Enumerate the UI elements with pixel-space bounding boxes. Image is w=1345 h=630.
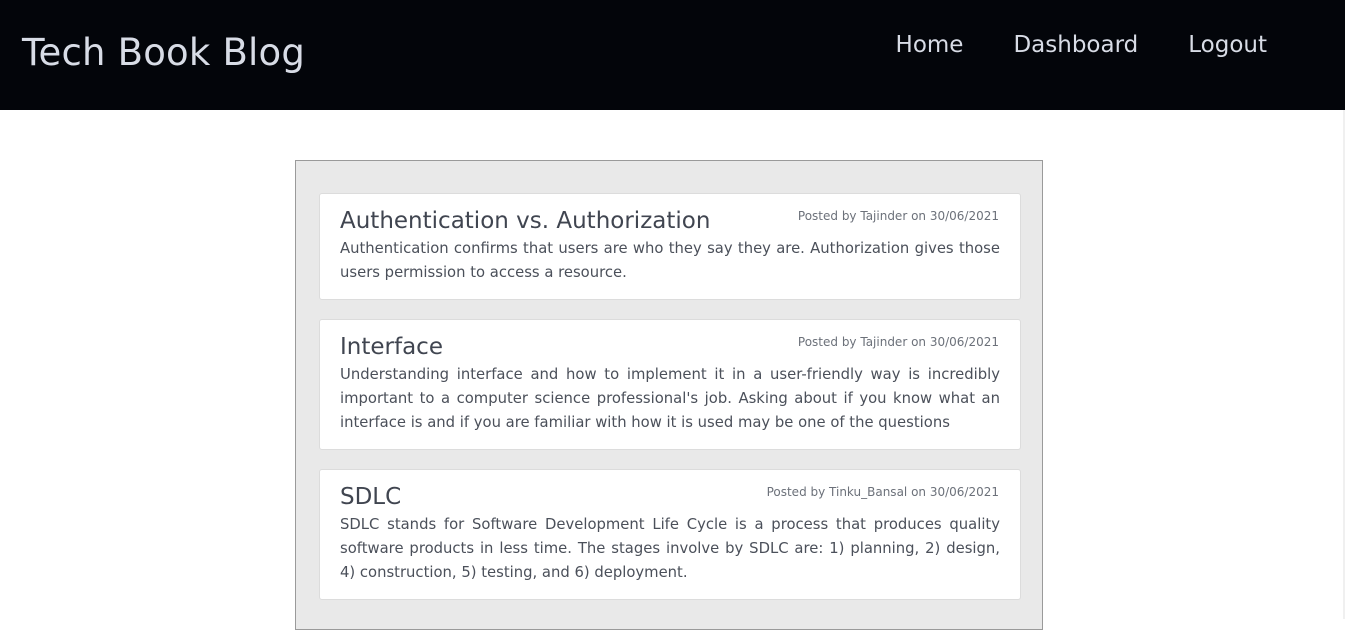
post-card[interactable]: SDLC Posted by Tinku_Bansal on 30/06/202… bbox=[319, 469, 1021, 600]
post-body: Authentication confirms that users are w… bbox=[340, 240, 1000, 281]
nav-dashboard-link[interactable]: Dashboard bbox=[1013, 30, 1138, 60]
posts-container: Authentication vs. Authorization Posted … bbox=[295, 160, 1043, 630]
main-nav: Home Dashboard Logout bbox=[896, 30, 1267, 60]
site-title[interactable]: Tech Book Blog bbox=[22, 30, 305, 76]
post-card[interactable]: Interface Posted by Tajinder on 30/06/20… bbox=[319, 319, 1021, 450]
post-meta: Posted by Tajinder on 30/06/2021 bbox=[797, 335, 999, 349]
post-meta: Posted by Tajinder on 30/06/2021 bbox=[797, 209, 999, 223]
post-meta: Posted by Tinku_Bansal on 30/06/2021 bbox=[766, 485, 999, 499]
post-body: Understanding interface and how to imple… bbox=[340, 366, 1000, 431]
nav-logout-link[interactable]: Logout bbox=[1188, 30, 1267, 60]
nav-home-link[interactable]: Home bbox=[896, 30, 964, 60]
post-card[interactable]: Authentication vs. Authorization Posted … bbox=[319, 193, 1021, 300]
site-header: Tech Book Blog Home Dashboard Logout bbox=[0, 0, 1345, 110]
post-body: SDLC stands for Software Development Lif… bbox=[340, 516, 1000, 581]
